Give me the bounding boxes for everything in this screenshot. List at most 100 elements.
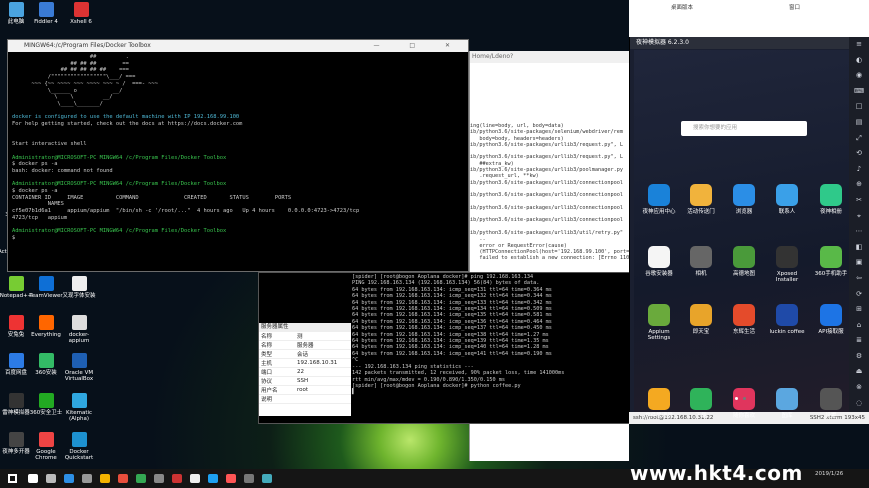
android-app[interactable]: 即天宝 [679,304,723,335]
code-line: ib/python3.6/site-packages/urllib3/conne… [470,179,624,186]
terminal-output[interactable]: ## . ## ## ## == ## ## ## ## ## === /"""… [8,52,468,244]
app-icon [820,388,842,410]
taskbar-app-icon[interactable] [154,474,164,483]
android-app[interactable]: 夜神相册 [809,184,853,215]
android-app[interactable]: 随你喜欢 [722,388,766,419]
nox-emulator-window[interactable]: 夜神模拟器 6.2.3.0 搜索你想要的应用 夜神应用中心 活动传送门 浏览器 联系人… [629,37,869,419]
ssh-terminal-output[interactable]: [spider] [root@bogon Aoplana docker]# pi… [352,274,564,396]
android-app[interactable]: 东辉生活 [722,304,766,335]
android-app[interactable]: 文件管理器 [637,388,681,419]
desktop-icon-label: TeamViewer [29,293,63,299]
taskbar-app-icon[interactable] [226,474,236,483]
taskbar-app-icon[interactable] [100,474,110,483]
ssh-line: 64 bytes from 192.168.163.134: icmp_seq=… [352,331,549,338]
start-button-icon[interactable] [8,474,17,483]
toolbar-tool-icon[interactable]: ◐ [849,53,869,69]
desktop-icon[interactable]: 又现字体安装 [59,276,99,299]
taskbar-app-icon[interactable] [118,474,128,483]
desktop-icon[interactable]: Docker Quickstart [59,432,99,461]
android-app[interactable]: 相机 [679,246,723,277]
android-home-screen[interactable]: 搜索你想要的应用 夜神应用中心 活动传送门 浏览器 联系人 夜神相册谷歌安装器 相机 高德地… [634,50,853,419]
toolbar-tool-icon[interactable]: ⌨ [849,84,869,100]
toolbar-tool-icon[interactable]: ♪ [849,162,869,178]
android-app[interactable]: 浏览器 [722,184,766,215]
toolbar-tool-icon[interactable]: ⤢ [849,131,869,147]
android-app[interactable]: Xposed Installer [765,246,809,283]
prop-value: 测 [295,332,351,342]
android-app[interactable]: luckin coffee [765,304,809,335]
prop-row: 类型 会话 [259,349,351,360]
toolbar-tool-icon[interactable]: ◉ [849,68,869,84]
android-app[interactable]: 谷歌安装器 [637,246,681,277]
toolbar-tool-icon[interactable]: □ [849,99,869,115]
desktop-icon[interactable]: Xshell 6 [61,2,101,25]
android-app[interactable]: API接取服 [809,304,853,335]
android-app[interactable]: 联系人 [765,184,809,215]
taskbar-app-icon[interactable] [244,474,254,483]
xshell-window[interactable]: 服务器属性 名称测名称 服务器 类型 会话 主机 192.168.10.31 端口 22 协议 S… [258,272,630,424]
taskbar-app-icon[interactable] [136,474,146,483]
toolbar-tool-icon[interactable]: ◌ [849,396,869,412]
app-label: 活动传送门 [687,209,715,215]
app-label: 下载 [695,413,707,419]
toolbar-tool-icon[interactable]: ⋯ [849,224,869,240]
app-icon [38,353,54,368]
toolbar-tool-icon[interactable]: ⊕ [849,177,869,193]
taskbar-app-icon[interactable] [208,474,218,483]
android-app[interactable]: 设置 [809,388,853,419]
docker-terminal-window[interactable]: MINGW64:/c/Program Files/Docker Toolbox … [7,39,469,272]
toolbar-tool-icon[interactable]: ⌂ [849,318,869,334]
taskbar-app-icon[interactable] [82,474,92,483]
toolbar-tool-icon[interactable]: ▤ [849,115,869,131]
android-app[interactable]: 图库 [765,388,809,419]
app-icon [8,353,24,368]
taskbar-app-icon[interactable] [172,474,182,483]
toolbar-tool-icon[interactable]: ⚙ [849,349,869,365]
toolbar-tool-icon[interactable]: ▣ [849,255,869,271]
android-app[interactable]: 下载 [679,388,723,419]
prop-key: 名称 [259,340,295,351]
toolbar-tool-icon[interactable]: ≡ [849,37,869,53]
android-app[interactable]: 360手机助手 [809,246,853,277]
terminal-line: docker is configured to use the default … [12,114,240,121]
ssh-line: 64 bytes from 192.168.163.134: icmp_seq=… [352,286,552,293]
app-icon [8,393,24,408]
terminal-line: Administrator@MICROSOFT-PC MINGW64 /c/Pr… [12,228,227,235]
app-icon [733,304,755,326]
code-line: ib/python3.6/site-packages/urllib3/conne… [470,204,624,211]
desktop-icon[interactable]: Fiddler 4 [26,2,66,25]
terminal-titlebar[interactable]: MINGW64:/c/Program Files/Docker Toolbox … [8,40,468,52]
prop-value: SSH [295,376,351,387]
toolbar-tool-icon[interactable]: ⟲ [849,146,869,162]
toolbar-tool-icon[interactable]: ⟳ [849,287,869,303]
android-app[interactable]: 活动传送门 [679,184,723,215]
desktop-icon[interactable]: Kitematic (Alpha) [59,393,99,422]
taskbar-app-icon[interactable] [262,474,272,483]
toolbar-tool-icon[interactable]: ⏏ [849,364,869,380]
taskbar-app-icon[interactable] [46,474,56,483]
code-line: failed to establish a new connection: [E… [470,255,630,262]
window-controls[interactable]: — □ ✕ [373,40,464,52]
toolbar-tool-icon[interactable]: ≣ [849,333,869,349]
toolbar-tool-icon[interactable]: ⌖ [849,209,869,225]
ssh-line: rtt min/avg/max/mdev = 0.190/0.890/1.350… [352,376,506,383]
desktop-icon[interactable]: Oracle VM VirtualBox [59,353,99,382]
desktop-icon-label: 安兔兔 [7,332,25,338]
toolbar-tool-icon[interactable]: ✂ [849,193,869,209]
android-app[interactable]: 高德地图 [722,246,766,277]
app-icon [38,315,54,330]
android-app[interactable]: 夜神应用中心 [637,184,681,215]
taskbar-app-icon[interactable] [190,474,200,483]
toolbar-tool-icon[interactable]: ⇦ [849,271,869,287]
toolbar-tool-icon[interactable]: ◧ [849,240,869,256]
app-search-bar[interactable]: 搜索你想要的应用 [681,121,807,136]
editor-traceback-text[interactable]: ing(line=body, url, body=data) ib/python3… [470,123,630,262]
desktop-icon[interactable]: docker-appium [59,315,99,344]
toolbar-tool-icon[interactable]: ⊞ [849,302,869,318]
emulator-titlebar[interactable]: 夜神模拟器 6.2.3.0 [630,37,869,49]
toolbar-tool-icon[interactable]: ⊗ [849,380,869,396]
taskbar-app-icon[interactable] [64,474,74,483]
taskbar-app-icon[interactable] [28,474,38,483]
android-app[interactable]: Appium Settings [637,304,681,341]
app-icon [71,393,87,408]
